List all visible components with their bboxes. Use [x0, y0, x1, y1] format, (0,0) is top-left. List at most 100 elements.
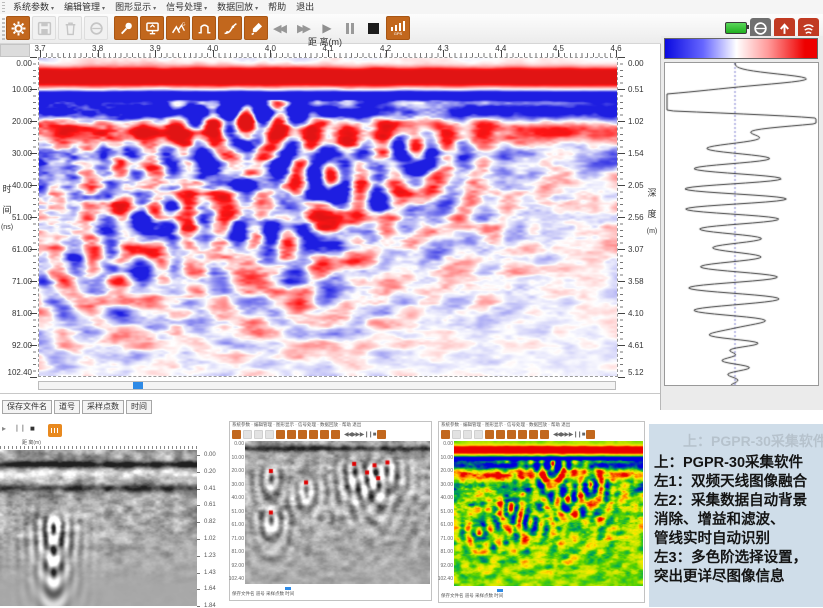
thumb1-depth-tick: [197, 589, 200, 590]
y-right-tick-label: 4.61: [628, 341, 660, 350]
thumb1-depth-label: 0.20: [204, 469, 216, 475]
thumbnail-pipeline-detection: 系统参数 · 编辑管理 · 图形显示 · 信号处理 · 数据回放 · 帮助 退出…: [229, 421, 432, 601]
mini-toolbar-orange-button: [441, 430, 450, 439]
y-left-tick-label: 61.00: [0, 245, 32, 254]
thumb1-depth-label: 0.61: [204, 502, 216, 508]
thumb2-scroll-thumb: [285, 587, 291, 590]
mini-toolbar-orange-button: [320, 430, 329, 439]
mini-toolbar-orange-button: [298, 430, 307, 439]
y-left-title-char: 时: [2, 182, 11, 195]
x-axis-ruler: 3.73.83.94.04.04.14.24.34.44.54.6: [38, 44, 618, 57]
mini-y-tick-label: 92.00: [440, 564, 453, 569]
radargram-plot[interactable]: [38, 57, 618, 377]
y-right-tick-mark: [618, 217, 625, 218]
y-left-tick-label: 0.00: [0, 59, 32, 68]
y-left-tick-mark: [30, 185, 37, 186]
delete-button[interactable]: [58, 16, 82, 40]
y-left-tick-mark: [30, 345, 37, 346]
thumb1-depth-tick: [197, 472, 200, 473]
mini-toolbar-orange-button: [507, 430, 516, 439]
stop-icon: [368, 23, 379, 34]
thumb1-depth-tick: [197, 556, 200, 557]
mini-toolbar-disabled-button: [463, 430, 472, 439]
rewind-icon: ◀◀: [273, 22, 287, 35]
mini-gps-button: [586, 430, 595, 439]
thumb1-radargram-canvas: [0, 450, 197, 606]
y-left-tick-mark: [30, 121, 37, 122]
pause-icon: [346, 23, 349, 34]
app-root: 系统参数▾编辑管理▾图形显示▾信号处理▾数据回放▾帮助退出 G: [0, 0, 823, 608]
horizontal-scrollbar[interactable]: [38, 381, 616, 390]
thumb1-depth-label: 1.02: [204, 536, 216, 542]
thumb3-scroll-thumb: [497, 589, 503, 592]
x-tick-mark: [40, 50, 41, 57]
mini-transport-icons: ◀◀ ▶▶ ▶ ❙❙ ■: [344, 431, 375, 438]
y-right-tick-label: 1.02: [628, 117, 660, 126]
display-settings-button[interactable]: [140, 16, 164, 40]
y-left-tick-label: 92.00: [0, 341, 32, 350]
chevron-down-icon: ▾: [153, 6, 156, 12]
thumb1-pause-icon: ❙❙: [14, 424, 26, 432]
thumb3-tabs-text: 保存文件名 道号 采样点数 时间: [439, 593, 644, 599]
thumb3-toolbar: ◀◀ ▶▶ ▶ ❙❙ ■: [439, 428, 644, 441]
thumb1-depth-label: 0.41: [204, 486, 216, 492]
mini-y-tick-label: 51.00: [231, 510, 244, 515]
menu-item-退出[interactable]: 退出: [291, 0, 319, 14]
y-right-tick-label: 4.10: [628, 309, 660, 318]
gain-curve-icon: G: [171, 21, 186, 36]
y-right-tick-mark: [618, 89, 625, 90]
mini-y-tick-label: 61.00: [440, 523, 453, 528]
y-right-axis-title: 深度(m): [645, 186, 659, 235]
filter-button[interactable]: [192, 16, 216, 40]
scrollbar-thumb[interactable]: [133, 382, 143, 389]
caption-line: 管线实时自动识别: [654, 530, 820, 549]
status-tab-时间[interactable]: 时间: [126, 400, 152, 414]
mini-toolbar-orange-button: [331, 430, 340, 439]
mini-y-tick-label: 102.40: [229, 577, 244, 582]
thumb1-depth-tick: [197, 455, 200, 456]
y-right-tick-label: 3.07: [628, 245, 660, 254]
save-button[interactable]: [32, 16, 56, 40]
mini-toolbar-disabled-button: [452, 430, 461, 439]
y-left-title-char: 间: [2, 203, 11, 216]
y-right-tick-label: 1.54: [628, 149, 660, 158]
trace-panel: [661, 36, 823, 410]
status-tab-保存文件名[interactable]: 保存文件名: [2, 400, 52, 414]
thumb1-ruler-title: 距 离(m): [22, 439, 41, 446]
gain-button[interactable]: G: [166, 16, 190, 40]
y-left-tick-label: 102.40: [0, 368, 32, 377]
status-tab-道号[interactable]: 道号: [54, 400, 80, 414]
mini-toolbar-disabled-button: [254, 430, 263, 439]
svg-text:G: G: [181, 21, 185, 27]
mini-y-tick-label: 51.00: [440, 510, 453, 515]
chevron-down-icon: ▾: [102, 6, 105, 12]
y-left-tick-label: 81.00: [0, 309, 32, 318]
status-tab-bar: 保存文件名道号采样点数时间: [0, 393, 660, 410]
y-right-title-char: (m): [647, 228, 658, 235]
thumbnail-multicolor-palette: 系统参数 · 编辑管理 · 图形显示 · 信号处理 · 数据回放 · 帮助 退出…: [438, 421, 645, 603]
mini-y-tick-label: 61.00: [231, 523, 244, 528]
mini-y-tick-label: 0.00: [234, 442, 244, 447]
monitor-icon: [145, 21, 160, 36]
gain-curve-edit-button[interactable]: [218, 16, 242, 40]
status-tab-采样点数[interactable]: 采样点数: [82, 400, 124, 414]
record-button[interactable]: [84, 16, 108, 40]
pause-icon-bar2: [351, 23, 354, 34]
settings-button[interactable]: [6, 16, 30, 40]
thumb1-depth-label: 1.84: [204, 603, 216, 608]
y-right-title-char: 深: [647, 186, 656, 199]
menu-item-帮助[interactable]: 帮助: [263, 0, 291, 14]
y-left-tick-mark: [30, 57, 37, 58]
thumb1-depth-tick: [197, 489, 200, 490]
y-right-tick-mark: [618, 281, 625, 282]
marker-pin-button[interactable]: [114, 16, 138, 40]
mini-y-tick-label: 10.00: [440, 456, 453, 461]
mini-toolbar-orange-button: [309, 430, 318, 439]
thumb1-gps-icon: [48, 424, 62, 437]
radargram-canvas: [39, 58, 617, 376]
mini-y-tick-label: 20.00: [231, 469, 244, 474]
thumb3-plot: 0.0010.0020.0030.0040.0051.0061.0071.008…: [439, 441, 644, 588]
thumb1-ruler: [0, 446, 197, 449]
mini-y-tick-label: 92.00: [231, 564, 244, 569]
thumb1-depth-label: 1.23: [204, 553, 216, 559]
